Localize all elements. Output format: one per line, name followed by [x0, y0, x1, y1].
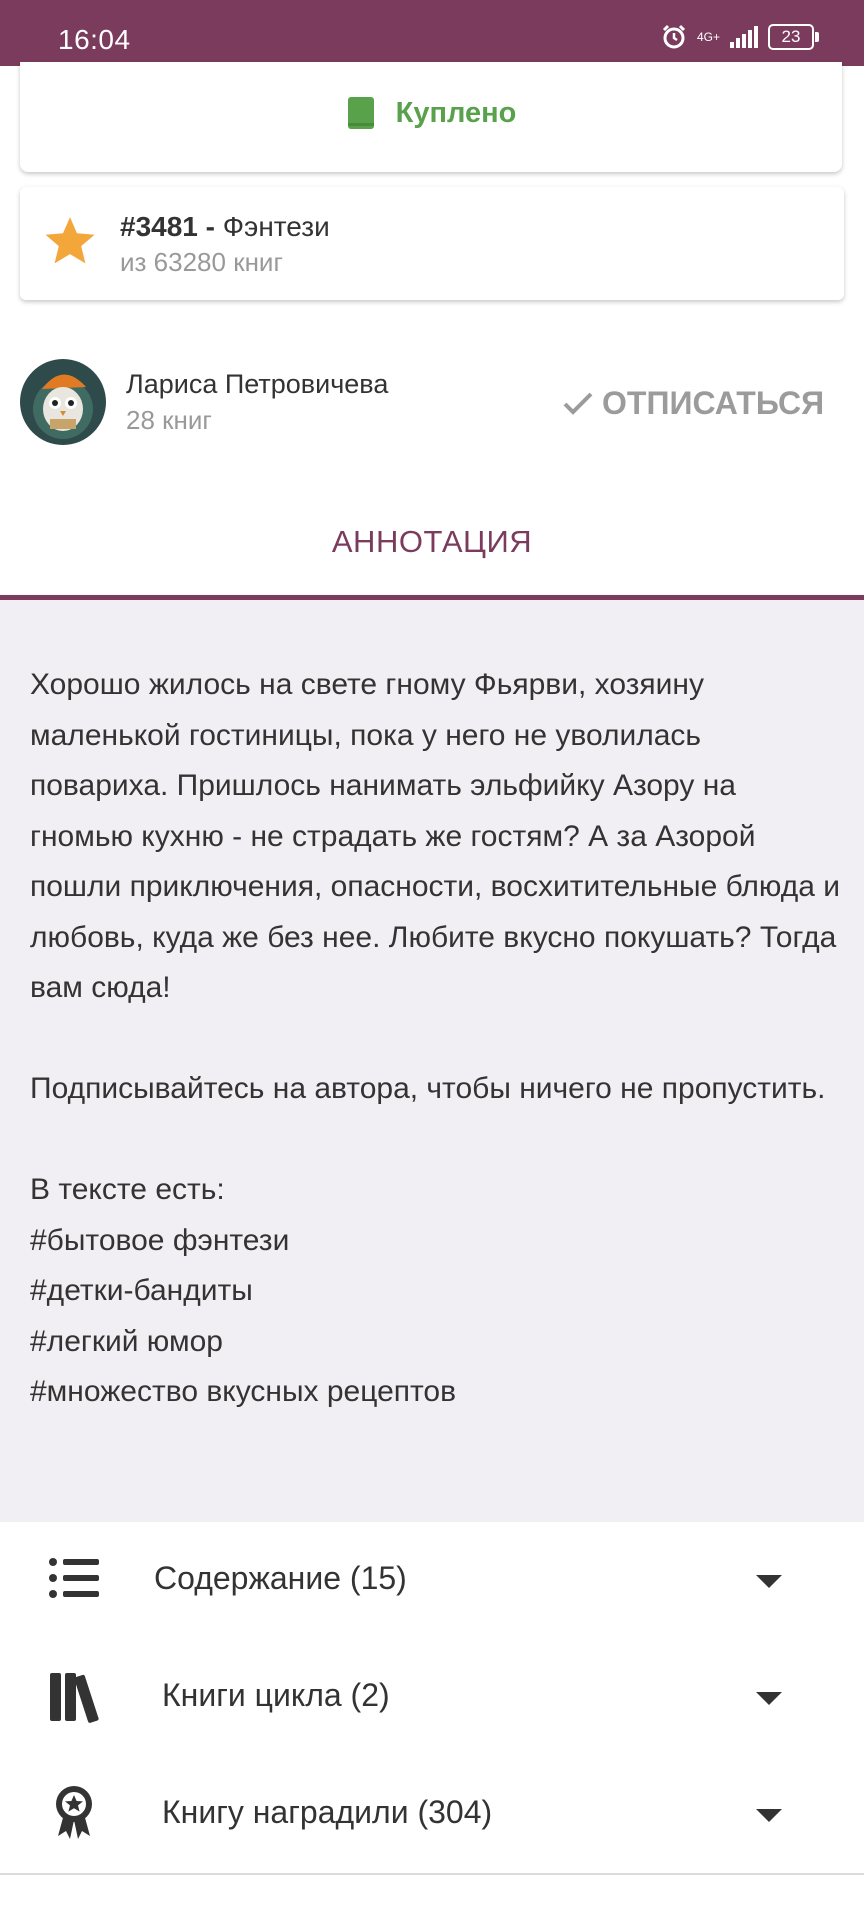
rating-title: #3481 - Фэнтези: [120, 211, 330, 243]
annotation-paragraph: Подписывайтесь на автора, чтобы ничего н…: [30, 1072, 826, 1105]
tag-item: #легкий юмор: [30, 1324, 223, 1358]
author-row[interactable]: Лариса Петровичева 28 книг ОТПИСАТЬСЯ: [0, 355, 864, 455]
author-name[interactable]: Лариса Петровичева: [126, 369, 388, 400]
contents-section[interactable]: Содержание (15): [0, 1522, 864, 1641]
annotation-paragraph: Хорошо жилось на свете гному Фьярви, хоз…: [30, 668, 841, 1004]
purchased-label: Куплено: [395, 96, 517, 129]
annotation-text: Хорошо жилось на свете гному Фьярви, хоз…: [30, 660, 845, 1418]
purchased-card[interactable]: Куплено: [20, 62, 842, 172]
annotation-panel: Хорошо жилось на свете гному Фьярви, хоз…: [0, 600, 864, 1522]
tags-header: В тексте есть:: [30, 1173, 225, 1206]
tab-annotation[interactable]: АННОТАЦИЯ: [0, 524, 864, 560]
signal-icon: [730, 26, 758, 48]
unsubscribe-label: ОТПИСАТЬСЯ: [602, 385, 825, 421]
tab-bar: АННОТАЦИЯ: [0, 500, 864, 600]
tag-item: #множество вкусных рецептов: [30, 1375, 457, 1408]
chevron-down-icon[interactable]: [756, 1809, 782, 1822]
unsubscribe-button[interactable]: ОТПИСАТЬСЯ: [562, 385, 824, 422]
battery-icon: 23: [768, 24, 819, 50]
awards-section[interactable]: Книгу наградили (304): [0, 1756, 864, 1875]
rating-number: #3481 -: [120, 211, 215, 242]
tag-item: #бытовое фэнтези: [30, 1223, 290, 1257]
rating-total: из 63280 книг: [120, 247, 283, 277]
list-icon: [49, 1558, 99, 1598]
rating-card[interactable]: #3481 - Фэнтези из 63280 книг: [20, 187, 844, 300]
avatar-image: [20, 359, 106, 445]
contents-label: Содержание (15): [154, 1560, 407, 1596]
rating-genre: Фэнтези: [222, 211, 330, 242]
check-icon: [563, 392, 593, 415]
author-avatar[interactable]: [20, 359, 106, 445]
books-icon: [50, 1673, 99, 1723]
alarm-icon: [662, 24, 686, 49]
status-time: 16:04: [58, 24, 131, 55]
status-bar: 16:04 4G+ 23: [0, 0, 864, 66]
series-books-label: Книги цикла (2): [162, 1677, 390, 1713]
chevron-down-icon[interactable]: [756, 1692, 782, 1705]
status-icons: 4G+ 23: [661, 24, 819, 50]
author-book-count: 28 книг: [126, 405, 212, 435]
purchased-status: Куплено: [20, 96, 842, 130]
book-icon: [347, 97, 374, 129]
chevron-down-icon[interactable]: [756, 1575, 782, 1588]
tag-item: #детки-бандиты: [30, 1274, 253, 1307]
network-type: 4G+: [696, 30, 720, 44]
award-icon: [56, 1786, 92, 1839]
awards-label: Книгу наградили (304): [162, 1794, 493, 1830]
series-books-section[interactable]: Книги цикла (2): [0, 1639, 864, 1758]
star-icon: [45, 217, 95, 264]
